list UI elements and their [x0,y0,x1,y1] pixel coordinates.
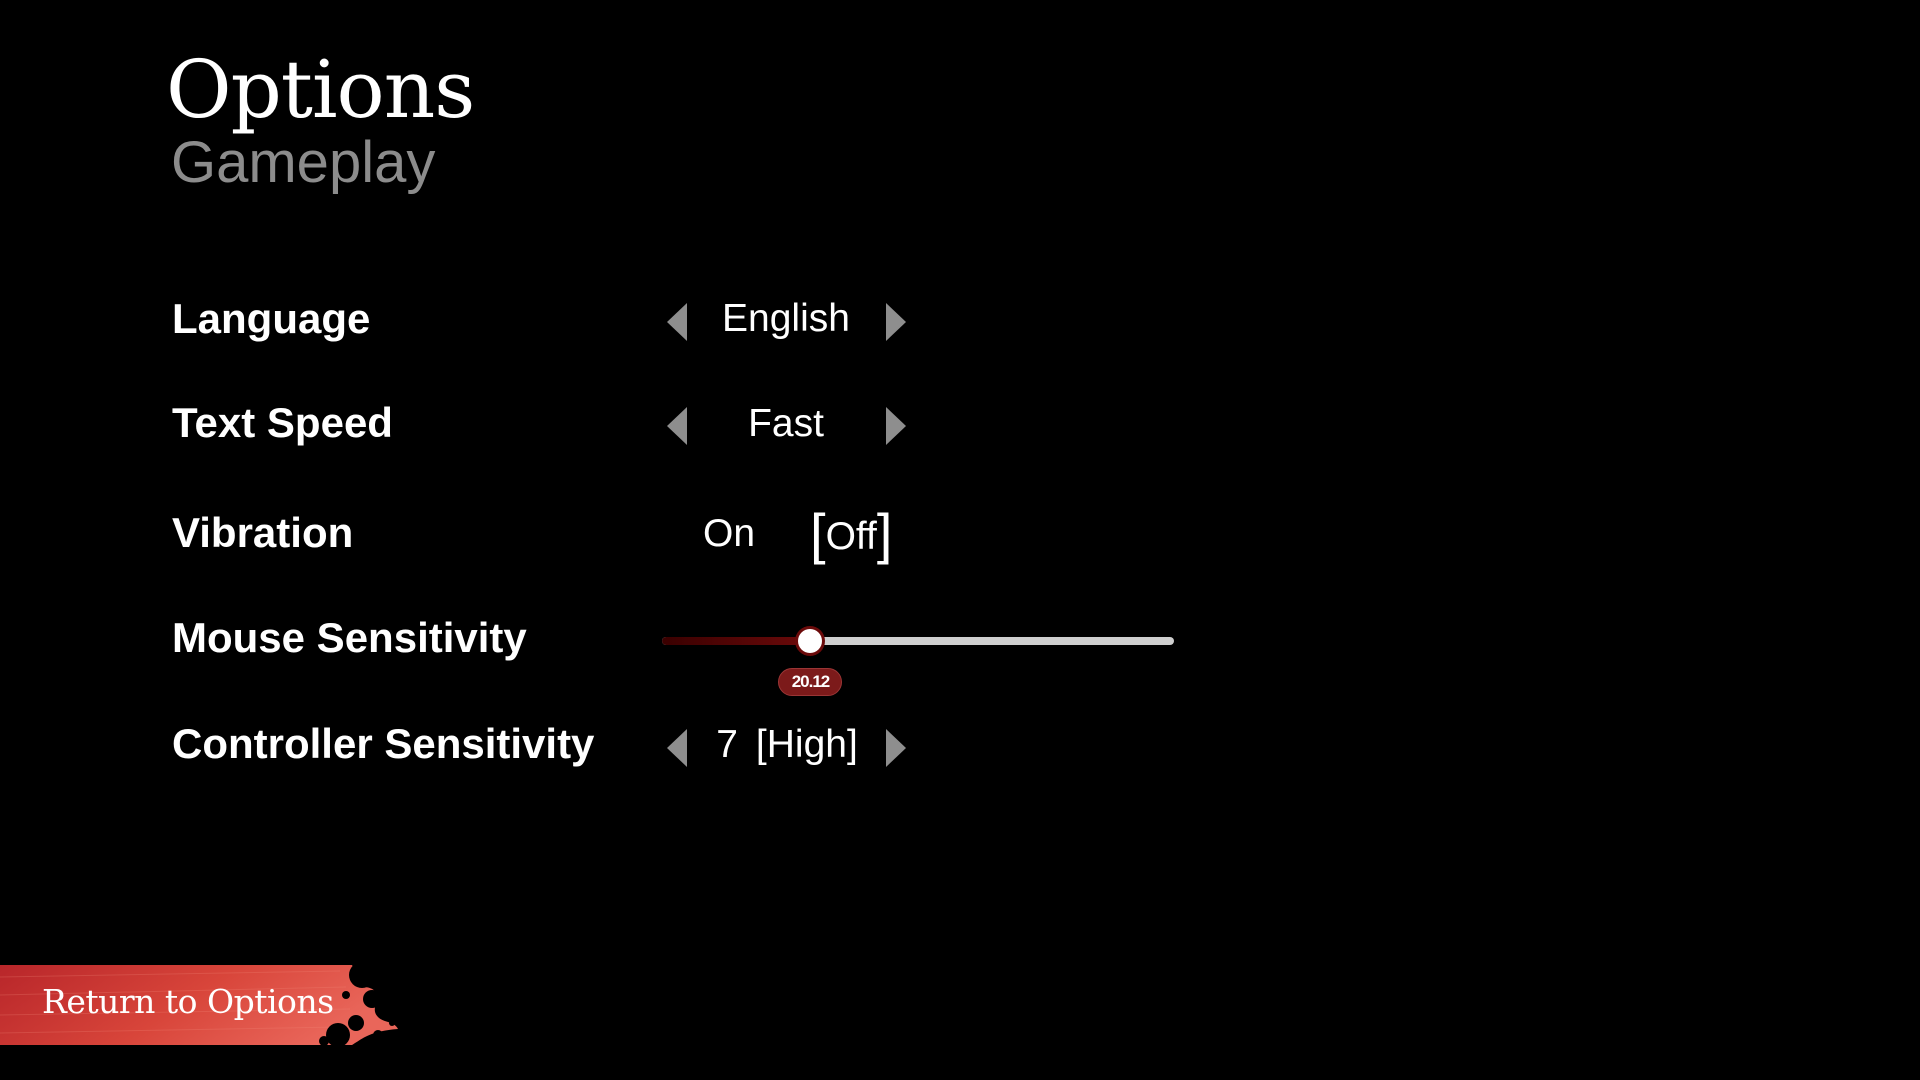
slider-thumb[interactable] [798,629,823,653]
selection-bracket-left: [ [810,502,826,565]
page-subtitle: Gameplay [171,130,436,195]
text-speed-label: Text Speed [172,399,393,446]
language-label: Language [172,295,371,342]
mouse-sensitivity-label: Mouse Sensitivity [172,614,527,661]
vibration-off-label: Off [825,515,877,558]
controller-sensitivity-next-arrow-icon[interactable] [886,729,906,767]
controller-sensitivity-level: [High] [755,723,858,766]
slider-value-bubble: 20.12 [778,668,843,696]
vibration-label: Vibration [172,509,354,556]
language-prev-arrow-icon[interactable] [667,303,687,341]
controller-sensitivity-prev-arrow-icon[interactable] [667,729,687,767]
controller-sensitivity-label: Controller Sensitivity [172,720,595,767]
language-next-arrow-icon[interactable] [886,303,906,341]
return-to-options-button[interactable]: Return to Options [0,965,404,1045]
vibration-off-option[interactable]: [Off] [810,506,892,562]
vibration-on-option[interactable]: On [703,509,755,559]
text-speed-prev-arrow-icon[interactable] [667,407,687,445]
text-speed-next-arrow-icon[interactable] [886,407,906,445]
controller-sensitivity-number: 7 [716,723,738,766]
controller-sensitivity-value: 7 [High] [704,720,870,770]
selection-bracket-right: ] [876,502,893,565]
mouse-sensitivity-slider[interactable] [662,629,1174,653]
language-value: English [722,297,850,340]
slider-fill [662,637,811,645]
return-to-options-label: Return to Options [42,982,334,1021]
text-speed-value: Fast [748,402,824,445]
options-title: Options [166,43,475,136]
